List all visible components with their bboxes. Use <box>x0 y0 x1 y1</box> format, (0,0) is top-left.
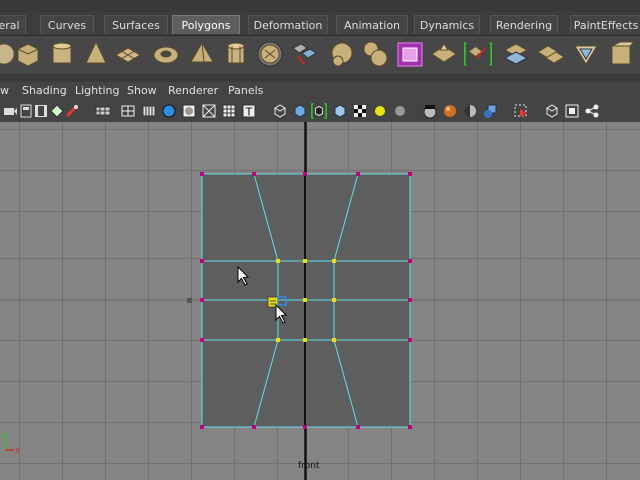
smooth-shade-icon[interactable] <box>141 103 157 119</box>
extrude-edge-icon[interactable] <box>502 40 530 68</box>
front-viewport[interactable]: Y X front <box>0 122 640 480</box>
poly-pipe-icon[interactable] <box>222 40 250 68</box>
menu-shading[interactable]: Shading <box>22 84 67 98</box>
panel-menu-bar: w Shading Lighting Show Renderer Panels <box>0 82 640 100</box>
sphere-yellow-icon[interactable] <box>372 103 388 119</box>
tab-surfaces[interactable]: Surfaces <box>104 15 168 34</box>
lights-icon[interactable] <box>311 103 327 119</box>
poly-cone-icon[interactable] <box>82 40 110 68</box>
shelf-tab-bar: eral Curves Surfaces Polygons Deformatio… <box>0 12 640 36</box>
tab-animation[interactable]: Animation <box>336 15 408 34</box>
shade-options-icon[interactable] <box>161 103 177 119</box>
append-polygon-icon[interactable] <box>290 40 318 68</box>
tab-curves[interactable]: Curves <box>40 15 94 34</box>
isolate-select-icon[interactable] <box>272 103 288 119</box>
title-strip <box>0 0 640 12</box>
svg-text:T: T <box>245 106 253 119</box>
camera-icon[interactable] <box>2 103 18 119</box>
tab-general[interactable]: eral <box>0 15 26 34</box>
viewport-canvas[interactable]: Y X <box>0 122 640 480</box>
menu-renderer[interactable]: Renderer <box>168 84 218 98</box>
separate-icon[interactable] <box>362 40 390 68</box>
poly-cylinder-icon[interactable] <box>48 40 76 68</box>
default-light-icon[interactable] <box>332 103 348 119</box>
poly-pyramid-icon[interactable] <box>188 40 216 68</box>
shadows-icon[interactable] <box>352 103 368 119</box>
grid-origin-marker <box>187 298 192 303</box>
share-icon[interactable] <box>584 103 600 119</box>
camera-name-label: front <box>298 461 320 471</box>
panel-divider <box>0 74 640 82</box>
material-sphere-icon[interactable] <box>442 103 458 119</box>
axis-y-label: Y <box>1 432 7 440</box>
two-panes-icon[interactable] <box>564 103 580 119</box>
menu-lighting[interactable]: Lighting <box>75 84 119 98</box>
axis-x-label: X <box>15 447 20 455</box>
soccer-ball-icon[interactable] <box>256 40 284 68</box>
menu-view[interactable]: w <box>0 84 9 98</box>
extrude-face-icon[interactable] <box>464 40 492 68</box>
duplicate-face-icon[interactable] <box>606 40 634 68</box>
grid-icon[interactable] <box>95 103 111 119</box>
tab-rendering[interactable]: Rendering <box>490 15 558 34</box>
sphere-gray-icon[interactable] <box>392 103 408 119</box>
wireframe-on-shaded-icon[interactable] <box>221 103 237 119</box>
combine-icon[interactable] <box>328 40 356 68</box>
tab-painteffects[interactable]: PaintEffects <box>570 15 640 34</box>
view-cube-icon[interactable] <box>544 103 560 119</box>
half-sphere-icon[interactable] <box>462 103 478 119</box>
poly-cube-icon[interactable] <box>14 40 42 68</box>
polygons-shelf <box>0 36 640 74</box>
wireframe-icon[interactable] <box>120 103 136 119</box>
resolution-gate-icon[interactable] <box>49 103 65 119</box>
panel-toolbar: T <box>0 100 640 123</box>
poly-plane-mesh[interactable] <box>200 172 412 429</box>
high-quality-icon[interactable] <box>292 103 308 119</box>
select-icon[interactable] <box>513 103 529 119</box>
axis-indicator: Y X <box>1 432 20 455</box>
sculpt-icon[interactable] <box>430 40 458 68</box>
film-gate-icon[interactable] <box>33 103 49 119</box>
smooth-proxy-icon[interactable] <box>396 40 424 68</box>
bookmark-icon[interactable] <box>18 103 34 119</box>
texture-icon[interactable] <box>201 103 217 119</box>
bevel-icon[interactable] <box>536 40 564 68</box>
xray-icon[interactable] <box>181 103 197 119</box>
sphere-bounding-icon[interactable] <box>422 103 438 119</box>
poly-plane-icon[interactable] <box>114 40 142 68</box>
menu-panels[interactable]: Panels <box>228 84 263 98</box>
text-icon[interactable]: T <box>241 103 257 119</box>
tab-polygons[interactable]: Polygons <box>172 15 240 34</box>
poly-torus-icon[interactable] <box>152 40 180 68</box>
paint-icon[interactable] <box>64 103 80 119</box>
blue-objects-icon[interactable] <box>482 103 498 119</box>
menu-show[interactable]: Show <box>127 84 157 98</box>
merge-icon[interactable] <box>572 40 600 68</box>
tab-deformation[interactable]: Deformation <box>248 15 328 34</box>
tab-dynamics[interactable]: Dynamics <box>414 15 480 34</box>
